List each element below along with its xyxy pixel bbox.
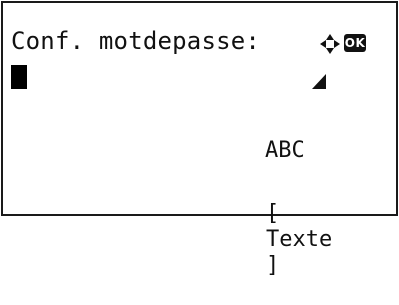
password-confirm-prompt: Conf. motdepasse: — [11, 27, 261, 55]
softkey-close-bracket: ] — [265, 253, 280, 278]
softkey-text-button[interactable]: [ Texte ] — [213, 175, 332, 305]
ok-badge-icon[interactable]: OK — [344, 34, 366, 52]
text-cursor — [11, 65, 27, 89]
softkey-open-bracket: [ — [265, 201, 280, 226]
input-mode-label: ABC — [265, 138, 305, 163]
four-way-arrow-icon — [320, 34, 340, 54]
lcd-panel: Conf. motdepasse: OK ABC [ Texte ] — [1, 1, 398, 278]
corner-triangle-icon — [312, 74, 326, 89]
